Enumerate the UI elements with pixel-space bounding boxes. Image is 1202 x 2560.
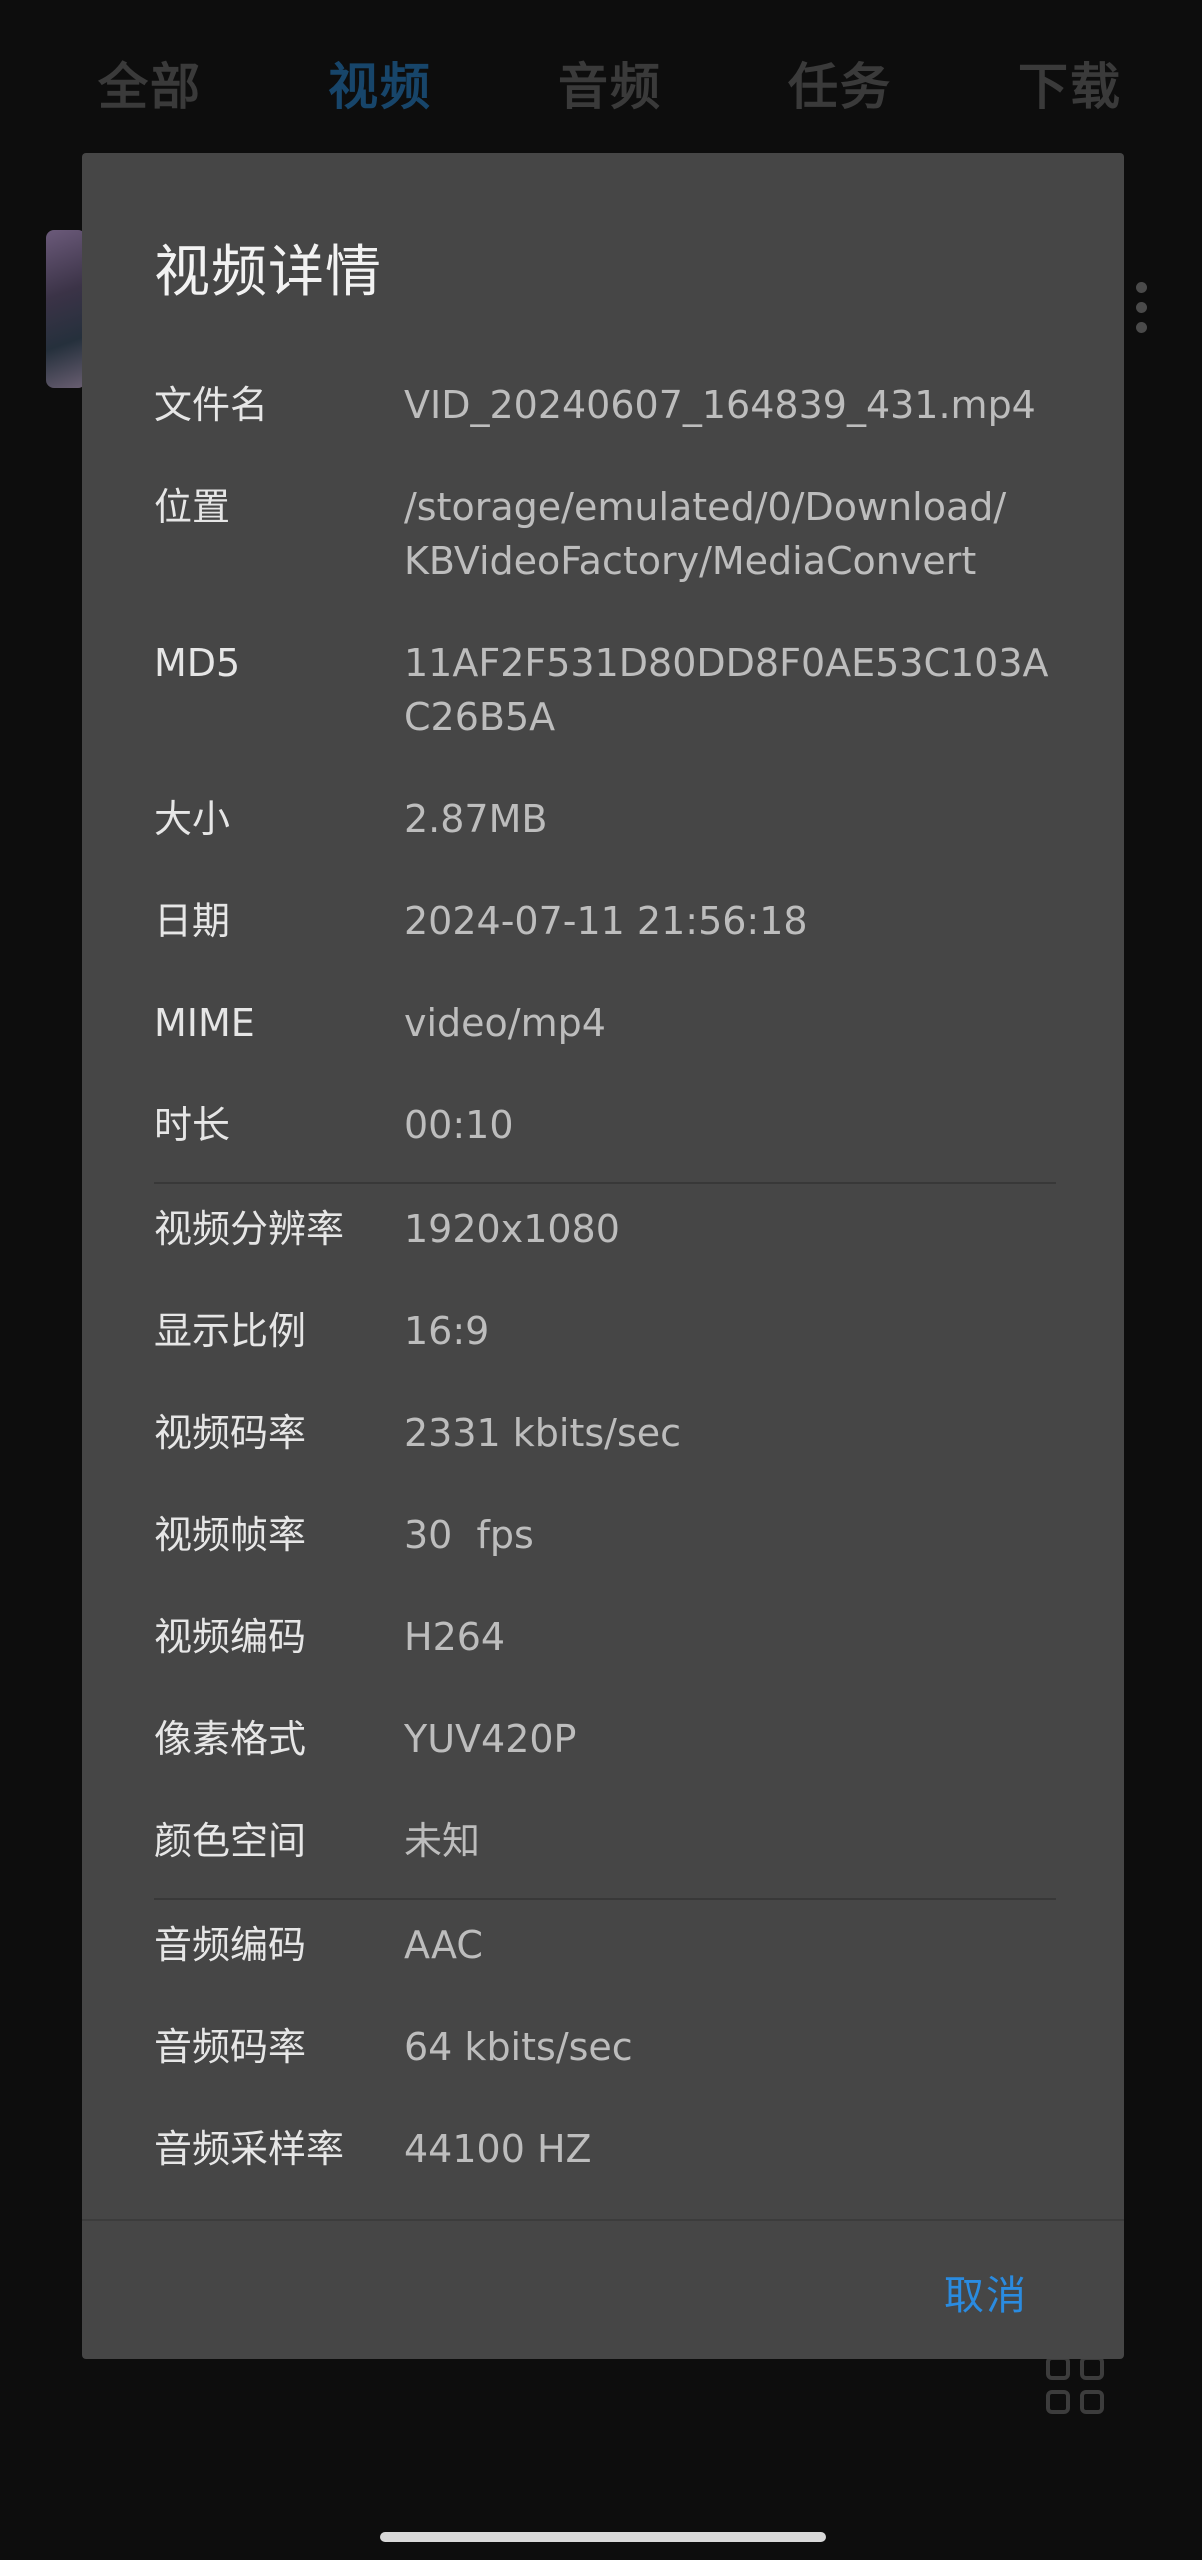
detail-row-color-space: 颜色空间 未知 — [154, 1814, 1056, 1916]
grid-view-icon[interactable] — [1046, 2356, 1108, 2418]
tab-video[interactable]: 视频 — [310, 47, 450, 119]
detail-value: 16:9 — [404, 1309, 490, 1353]
detail-value: 30 fps — [404, 1513, 534, 1557]
detail-value: 2.87MB — [404, 797, 548, 841]
screen: 全部 视频 音频 任务 下载 视频详情 文件名 VID_20240607_164… — [0, 0, 1202, 2560]
footer-divider — [82, 2219, 1124, 2221]
detail-value: AAC — [404, 1923, 483, 1967]
detail-label: 时长 — [154, 1103, 231, 1147]
detail-row-video-codec: 视频编码 H264 — [154, 1610, 1056, 1712]
detail-label: 音频码率 — [154, 2025, 307, 2069]
tab-download[interactable]: 下载 — [1000, 47, 1140, 119]
detail-row-location: 位置 /storage/emulated/0/Download/ KBVideo… — [154, 480, 1056, 636]
video-thumbnail[interactable] — [46, 230, 86, 388]
detail-value: 00:10 — [404, 1103, 514, 1147]
detail-row-audio-codec: 音频编码 AAC — [154, 1918, 1056, 2020]
detail-row-audio-samplerate: 音频采样率 44100 HZ — [154, 2122, 1056, 2224]
detail-label: MIME — [154, 1001, 255, 1045]
detail-label: 颜色空间 — [154, 1819, 307, 1863]
detail-value: 11AF2F531D80DD8F0AE53C103A C26B5A — [404, 641, 1049, 739]
tab-audio[interactable]: 音频 — [540, 47, 680, 119]
detail-value: VID_20240607_164839_431.mp4 — [404, 383, 1036, 427]
detail-row-aspect-ratio: 显示比例 16:9 — [154, 1304, 1056, 1406]
detail-label: MD5 — [154, 641, 241, 685]
detail-value: 1920x1080 — [404, 1207, 620, 1251]
detail-label: 音频采样率 — [154, 2127, 345, 2171]
detail-row-audio-bitrate: 音频码率 64 kbits/sec — [154, 2020, 1056, 2122]
tab-all[interactable]: 全部 — [80, 47, 220, 119]
detail-label: 显示比例 — [154, 1309, 307, 1353]
video-details-dialog: 视频详情 文件名 VID_20240607_164839_431.mp4 位置 … — [82, 153, 1124, 2359]
detail-value: 64 kbits/sec — [404, 2025, 633, 2069]
detail-value: 未知 — [404, 1819, 481, 1863]
detail-row-pixel-format: 像素格式 YUV420P — [154, 1712, 1056, 1814]
detail-row-video-framerate: 视频帧率 30 fps — [154, 1508, 1056, 1610]
detail-label: 视频码率 — [154, 1411, 307, 1455]
detail-value: 44100 HZ — [404, 2127, 592, 2171]
dialog-title: 视频详情 — [154, 240, 382, 305]
section-divider — [154, 1182, 1056, 1184]
tab-tasks[interactable]: 任务 — [770, 47, 910, 119]
detail-label: 视频编码 — [154, 1615, 307, 1659]
detail-value: /storage/emulated/0/Download/ KBVideoFac… — [404, 485, 1007, 583]
detail-label: 像素格式 — [154, 1717, 307, 1761]
detail-value: YUV420P — [404, 1717, 577, 1761]
cancel-button[interactable]: 取消 — [944, 2263, 1028, 2321]
detail-row-date: 日期 2024-07-11 21:56:18 — [154, 894, 1056, 996]
detail-row-video-bitrate: 视频码率 2331 kbits/sec — [154, 1406, 1056, 1508]
details-list: 文件名 VID_20240607_164839_431.mp4 位置 /stor… — [154, 378, 1056, 2224]
detail-row-mime: MIME video/mp4 — [154, 996, 1056, 1098]
top-tab-bar: 全部 视频 音频 任务 下载 — [80, 38, 1140, 128]
more-vertical-icon[interactable] — [1136, 282, 1148, 338]
detail-value: video/mp4 — [404, 1001, 606, 1045]
detail-label: 视频帧率 — [154, 1513, 307, 1557]
home-indicator[interactable] — [380, 2532, 826, 2542]
detail-row-filename: 文件名 VID_20240607_164839_431.mp4 — [154, 378, 1056, 480]
detail-label: 视频分辨率 — [154, 1207, 345, 1251]
detail-label: 位置 — [154, 485, 231, 529]
detail-label: 大小 — [154, 797, 231, 841]
detail-row-size: 大小 2.87MB — [154, 792, 1056, 894]
detail-row-md5: MD5 11AF2F531D80DD8F0AE53C103A C26B5A — [154, 636, 1056, 792]
detail-value: 2331 kbits/sec — [404, 1411, 682, 1455]
detail-label: 日期 — [154, 899, 231, 943]
section-divider — [154, 1898, 1056, 1900]
detail-row-duration: 时长 00:10 — [154, 1098, 1056, 1200]
detail-label: 音频编码 — [154, 1923, 307, 1967]
detail-value: H264 — [404, 1615, 506, 1659]
detail-row-video-resolution: 视频分辨率 1920x1080 — [154, 1202, 1056, 1304]
detail-value: 2024-07-11 21:56:18 — [404, 899, 808, 943]
detail-label: 文件名 — [154, 383, 269, 427]
